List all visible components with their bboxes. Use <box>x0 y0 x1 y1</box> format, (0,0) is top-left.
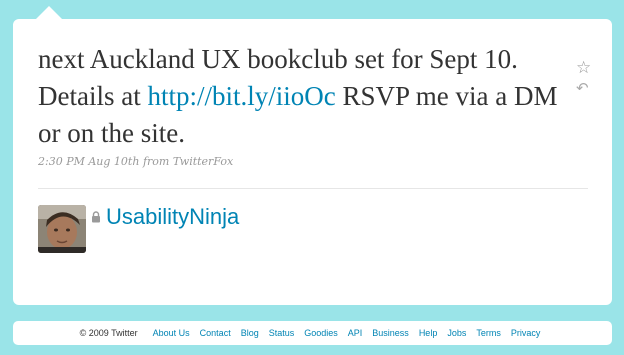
tweet-timestamp[interactable]: 2:30 PM Aug 10th <box>38 155 139 168</box>
footer-link-blog[interactable]: Blog <box>241 328 259 338</box>
tweet-actions: ☆ ↶ <box>576 59 596 97</box>
reply-icon[interactable]: ↶ <box>576 81 596 97</box>
footer-link-status[interactable]: Status <box>269 328 295 338</box>
star-icon[interactable]: ☆ <box>576 59 596 77</box>
footer-link-goodies[interactable]: Goodies <box>304 328 338 338</box>
footer-link-jobs[interactable]: Jobs <box>447 328 466 338</box>
footer: © 2009 Twitter About Us Contact Blog Sta… <box>13 321 612 345</box>
footer-link-help[interactable]: Help <box>419 328 438 338</box>
lock-icon <box>91 210 101 228</box>
username-link[interactable]: UsabilityNinja <box>106 204 239 230</box>
tweet-source[interactable]: TwitterFox <box>173 155 233 168</box>
footer-link-privacy[interactable]: Privacy <box>511 328 541 338</box>
avatar[interactable] <box>38 205 86 253</box>
tweet-meta: 2:30 PM Aug 10th from TwitterFox <box>38 155 233 168</box>
footer-link-contact[interactable]: Contact <box>200 328 231 338</box>
divider <box>38 188 588 189</box>
footer-link-about[interactable]: About Us <box>153 328 190 338</box>
tweet-card: next Auckland UX bookclub set for Sept 1… <box>13 19 612 305</box>
tweet-text: next Auckland UX bookclub set for Sept 1… <box>38 41 566 152</box>
footer-link-api[interactable]: API <box>348 328 363 338</box>
footer-link-business[interactable]: Business <box>372 328 409 338</box>
copyright: © 2009 Twitter <box>79 328 138 338</box>
tweet-link[interactable]: http://bit.ly/iioOc <box>147 81 335 111</box>
footer-link-terms[interactable]: Terms <box>476 328 501 338</box>
source-prefix: from <box>142 155 170 168</box>
speech-bubble-notch <box>36 6 62 19</box>
avatar-photo <box>38 205 86 253</box>
